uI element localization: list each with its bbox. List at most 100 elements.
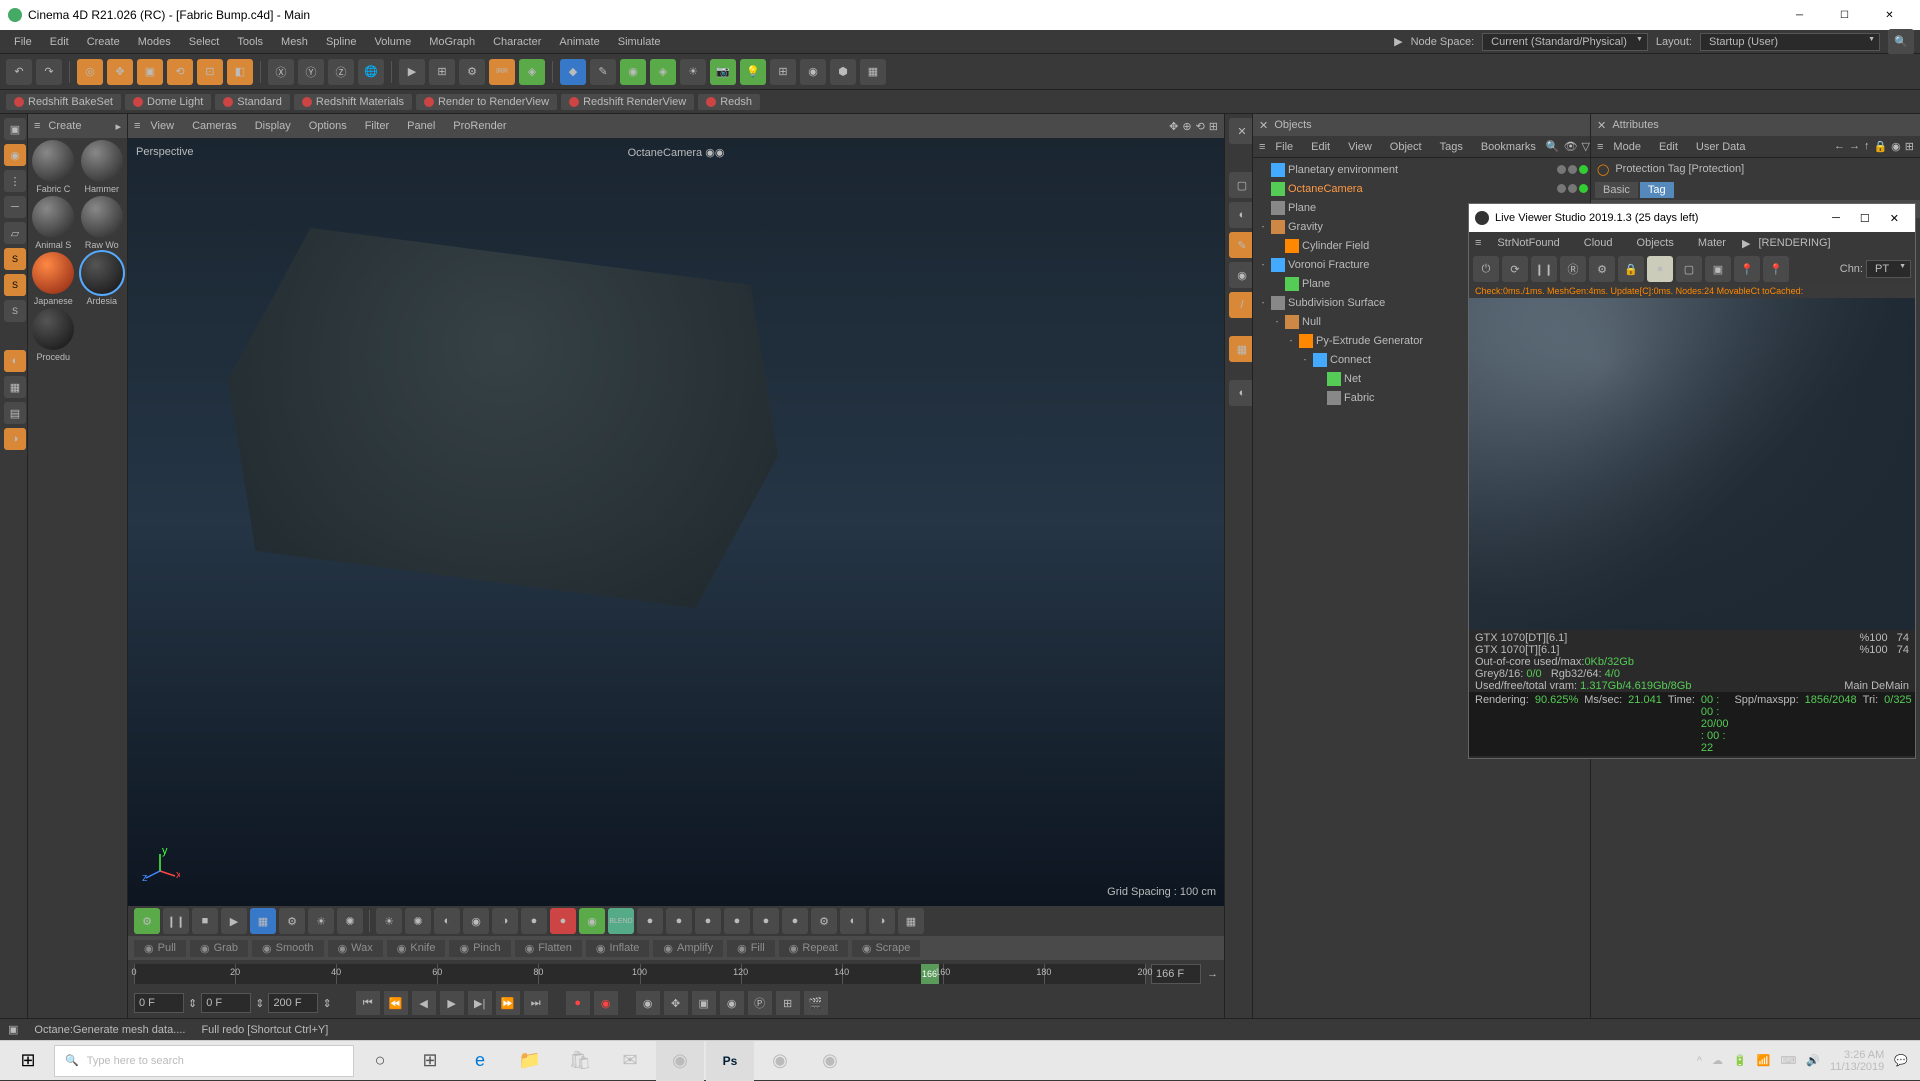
vis-dot[interactable] xyxy=(1557,165,1566,174)
sculpt-fill[interactable]: ◉Fill xyxy=(727,940,775,957)
vbt-5-icon[interactable]: ▦ xyxy=(250,908,276,934)
tool-b-icon[interactable]: ▦ xyxy=(4,376,26,398)
lv-r-icon[interactable]: Ⓡ xyxy=(1560,256,1586,282)
irr-icon[interactable]: IRR xyxy=(489,59,515,85)
sculpt-grab[interactable]: ◉Grab xyxy=(190,940,248,957)
vp-panel[interactable]: Panel xyxy=(399,117,443,135)
tray-cloud-icon[interactable]: ☁ xyxy=(1712,1054,1723,1067)
app-icon[interactable]: ◉ xyxy=(806,1041,854,1081)
vp-view[interactable]: View xyxy=(142,117,182,135)
vbt-9-icon[interactable]: ☀ xyxy=(376,908,402,934)
goto-start-button[interactable]: ⏮ xyxy=(356,991,380,1015)
deformer-icon[interactable]: ◈ xyxy=(650,59,676,85)
vbt-12-icon[interactable]: ◉ xyxy=(463,908,489,934)
s2-icon[interactable]: S xyxy=(4,274,26,296)
tray-up-icon[interactable]: ^ xyxy=(1697,1055,1702,1067)
tray-date[interactable]: 11/13/2019 xyxy=(1830,1061,1884,1073)
sculpt-smooth[interactable]: ◉Smooth xyxy=(252,940,324,957)
point-mode-icon[interactable]: ⋮ xyxy=(4,170,26,192)
from-frame-field[interactable]: 0 F xyxy=(201,993,251,1013)
vbt-sphere6-icon[interactable]: ● xyxy=(782,908,808,934)
vbt-sphere3-icon[interactable]: ● xyxy=(695,908,721,934)
obj-eye-icon[interactable]: 👁 xyxy=(1564,140,1578,153)
menu-spline[interactable]: Spline xyxy=(318,33,365,51)
tool-misc-icon[interactable]: ⊞ xyxy=(770,59,796,85)
tool-misc4-icon[interactable]: ▦ xyxy=(860,59,886,85)
vp-nav1-icon[interactable]: ✥ xyxy=(1169,120,1178,133)
vp-cameras[interactable]: Cameras xyxy=(184,117,245,135)
attr-menu-icon[interactable]: ⊞ xyxy=(1905,140,1914,153)
vp-prorender[interactable]: ProRender xyxy=(445,117,514,135)
explorer-icon[interactable]: 📁 xyxy=(506,1041,554,1081)
vbt-checker-icon[interactable]: ▦ xyxy=(898,908,924,934)
key-pla-button[interactable]: ◉ xyxy=(720,991,744,1015)
obj-filter-icon[interactable]: ▽ xyxy=(1582,140,1590,153)
obj-tags[interactable]: Tags xyxy=(1432,138,1471,156)
key-p-button[interactable]: ◉ xyxy=(636,991,660,1015)
tool-misc2-icon[interactable]: ◉ xyxy=(800,59,826,85)
primitive-icon[interactable]: ◆ xyxy=(560,59,586,85)
next-key-button[interactable]: ⏩ xyxy=(496,991,520,1015)
vbt-sphere5-icon[interactable]: ● xyxy=(753,908,779,934)
sculpt-pull[interactable]: ◉Pull xyxy=(134,940,186,957)
render-settings-icon[interactable]: ⚙ xyxy=(459,59,485,85)
tab-tag[interactable]: Tag xyxy=(1640,182,1674,198)
lv-sq2-icon[interactable]: ▣ xyxy=(1705,256,1731,282)
tray-battery-icon[interactable]: 🔋 xyxy=(1733,1054,1747,1067)
attr-userdata[interactable]: User Data xyxy=(1688,138,1754,156)
vbt-7-icon[interactable]: ☀ xyxy=(308,908,334,934)
menu-animate[interactable]: Animate xyxy=(551,33,607,51)
object-row[interactable]: Planetary environment xyxy=(1255,160,1588,179)
redo-button[interactable]: ↷ xyxy=(36,59,62,85)
rs-materials[interactable]: Redshift Materials xyxy=(294,94,412,110)
generator-icon[interactable]: ◉ xyxy=(620,59,646,85)
attr-hamburger-icon[interactable]: ≡ xyxy=(1597,141,1603,153)
menu-file[interactable]: File xyxy=(6,33,40,51)
poly-mode-icon[interactable]: ▱ xyxy=(4,222,26,244)
material-6[interactable]: Procedu xyxy=(30,308,77,362)
c4d-icon[interactable]: ◉ xyxy=(656,1041,704,1081)
vbt-1-icon[interactable]: ⚙ xyxy=(134,908,160,934)
attr-new-icon[interactable]: ◉ xyxy=(1891,140,1901,153)
vbt-2-icon[interactable]: ❙❙ xyxy=(163,908,189,934)
vp-hamburger-icon[interactable]: ≡ xyxy=(134,120,140,132)
attr-lock-icon[interactable]: 🔒 xyxy=(1873,140,1887,153)
vis-dot[interactable] xyxy=(1568,165,1577,174)
menu-mesh[interactable]: Mesh xyxy=(273,33,316,51)
prev-frame-button[interactable]: ◀ xyxy=(412,991,436,1015)
sculpt-wax[interactable]: ◉Wax xyxy=(328,940,383,957)
store-icon[interactable]: 🛍 xyxy=(556,1041,604,1081)
menu-edit[interactable]: Edit xyxy=(42,33,77,51)
record-button[interactable]: ● xyxy=(566,991,590,1015)
vp-options[interactable]: Options xyxy=(301,117,355,135)
photoshop-icon[interactable]: Ps xyxy=(706,1041,754,1081)
move-icon[interactable]: ✥ xyxy=(107,59,133,85)
lv-pin-icon[interactable]: 📍 xyxy=(1734,256,1760,282)
tab-basic[interactable]: Basic xyxy=(1595,182,1638,198)
key-r-button[interactable]: ▣ xyxy=(692,991,716,1015)
start-frame-field[interactable]: 0 F xyxy=(134,993,184,1013)
lv-lock-icon[interactable]: 🔒 xyxy=(1618,256,1644,282)
lv-pause-icon[interactable]: ❙❙ xyxy=(1531,256,1557,282)
tool-misc3-icon[interactable]: ⬢ xyxy=(830,59,856,85)
edge-mode-icon[interactable]: ─ xyxy=(4,196,26,218)
menu-simulate[interactable]: Simulate xyxy=(610,33,669,51)
s3-icon[interactable]: S xyxy=(4,300,26,322)
tool-a-icon[interactable]: ◐ xyxy=(4,350,26,372)
vp-display[interactable]: Display xyxy=(247,117,299,135)
create-menu[interactable]: Create xyxy=(48,120,81,132)
close-button[interactable]: ✕ xyxy=(1867,0,1912,30)
taskbar-search[interactable]: 🔍 Type here to search xyxy=(54,1045,354,1077)
expand-icon[interactable]: - xyxy=(1258,260,1268,269)
vbt-gear-icon[interactable]: ⚙ xyxy=(811,908,837,934)
lv-maximize[interactable]: ☐ xyxy=(1850,212,1880,225)
menu-modes[interactable]: Modes xyxy=(130,33,179,51)
lv-minimize[interactable]: ─ xyxy=(1822,212,1850,224)
env-icon[interactable]: ☀ xyxy=(680,59,706,85)
maximize-button[interactable]: ☐ xyxy=(1822,0,1867,30)
material-3[interactable]: Raw Wo xyxy=(79,196,126,250)
key-film-button[interactable]: 🎬 xyxy=(804,991,828,1015)
tool-icon[interactable]: ⊡ xyxy=(197,59,223,85)
sculpt-amplify[interactable]: ◉Amplify xyxy=(653,940,723,957)
material-0[interactable]: Fabric C xyxy=(30,140,77,194)
